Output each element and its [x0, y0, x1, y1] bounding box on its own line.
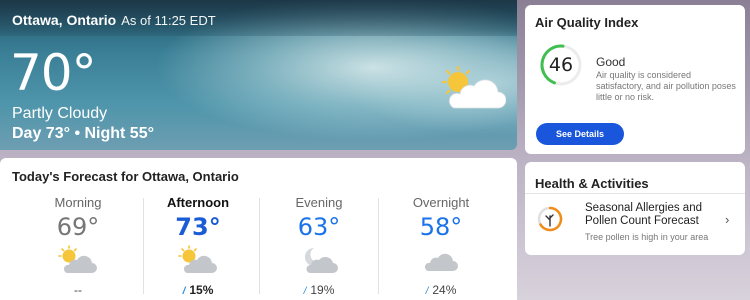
- period-label: Afternoon: [166, 195, 230, 210]
- todays-forecast-card[interactable]: Today's Forecast for Ottawa, Ontario Mor…: [0, 158, 517, 300]
- period-label: Overnight: [412, 195, 470, 210]
- location-name[interactable]: Ottawa, Ontario: [12, 12, 116, 28]
- precip-value: 15%: [189, 283, 214, 297]
- period-precipitation: /19%: [271, 283, 367, 297]
- location-line: Ottawa, Ontario As of 11:25 EDT: [12, 12, 216, 28]
- current-conditions-card[interactable]: Ottawa, Ontario As of 11:25 EDT 70° Part…: [0, 0, 517, 150]
- period-temperature: 63°: [297, 213, 341, 241]
- period-precipitation: --: [74, 283, 82, 297]
- precip-value: 24%: [432, 283, 457, 297]
- precip-value: 19%: [310, 283, 335, 297]
- chevron-right-icon: ›: [725, 212, 730, 227]
- forecast-title: Today's Forecast for Ottawa, Ontario: [12, 169, 239, 184]
- column-divider: [259, 198, 260, 294]
- aqi-value: 46: [548, 54, 574, 76]
- air-quality-card[interactable]: Air Quality Index 46 Good Air quality is…: [525, 5, 745, 154]
- pollen-item-subtitle: Tree pollen is high in your area: [585, 232, 709, 242]
- forecast-period-evening[interactable]: Evening 63° /19%: [271, 195, 367, 300]
- forecast-period-morning[interactable]: Morning 69° --: [30, 195, 126, 300]
- period-label: Morning: [54, 195, 102, 210]
- day-night-temps: Day 73° • Night 55°: [12, 125, 154, 142]
- current-condition: Partly Cloudy: [12, 105, 108, 122]
- current-temperature: 70°: [10, 44, 97, 102]
- column-divider: [143, 198, 144, 294]
- partly-cloudy-night-icon: [271, 243, 367, 277]
- as-of-time: As of 11:25 EDT: [121, 13, 216, 28]
- aqi-description: Air quality is considered satisfactory, …: [596, 70, 736, 102]
- cloudy-icon: [393, 243, 489, 277]
- period-precipitation: /24%: [393, 283, 489, 297]
- partly-cloudy-icon: [440, 65, 507, 115]
- health-title: Health & Activities: [535, 176, 649, 191]
- health-activities-card[interactable]: Health & Activities Seasonal Allergies a…: [525, 162, 745, 255]
- pollen-icon: [537, 206, 563, 232]
- see-details-button[interactable]: See Details: [536, 123, 624, 145]
- raindrop-icon: /: [182, 286, 186, 297]
- period-temperature: 69°: [56, 213, 100, 241]
- partly-cloudy-icon: [30, 243, 126, 277]
- partly-cloudy-icon: [150, 243, 246, 277]
- raindrop-icon: /: [425, 286, 429, 297]
- period-label: Evening: [295, 195, 343, 210]
- aqi-title: Air Quality Index: [535, 15, 639, 30]
- raindrop-icon: /: [303, 286, 307, 297]
- pollen-forecast-item[interactable]: Seasonal Allergies and Pollen Count Fore…: [525, 194, 745, 244]
- aqi-status: Good: [596, 55, 626, 69]
- column-divider: [378, 198, 379, 294]
- period-temperature: 73°: [175, 213, 221, 241]
- forecast-period-overnight[interactable]: Overnight 58° /24%: [393, 195, 489, 300]
- period-temperature: 58°: [419, 213, 463, 241]
- period-precipitation: /15%: [150, 283, 246, 297]
- pollen-item-title: Seasonal Allergies and Pollen Count Fore…: [585, 202, 702, 227]
- forecast-period-afternoon[interactable]: Afternoon 73° /15%: [150, 195, 246, 300]
